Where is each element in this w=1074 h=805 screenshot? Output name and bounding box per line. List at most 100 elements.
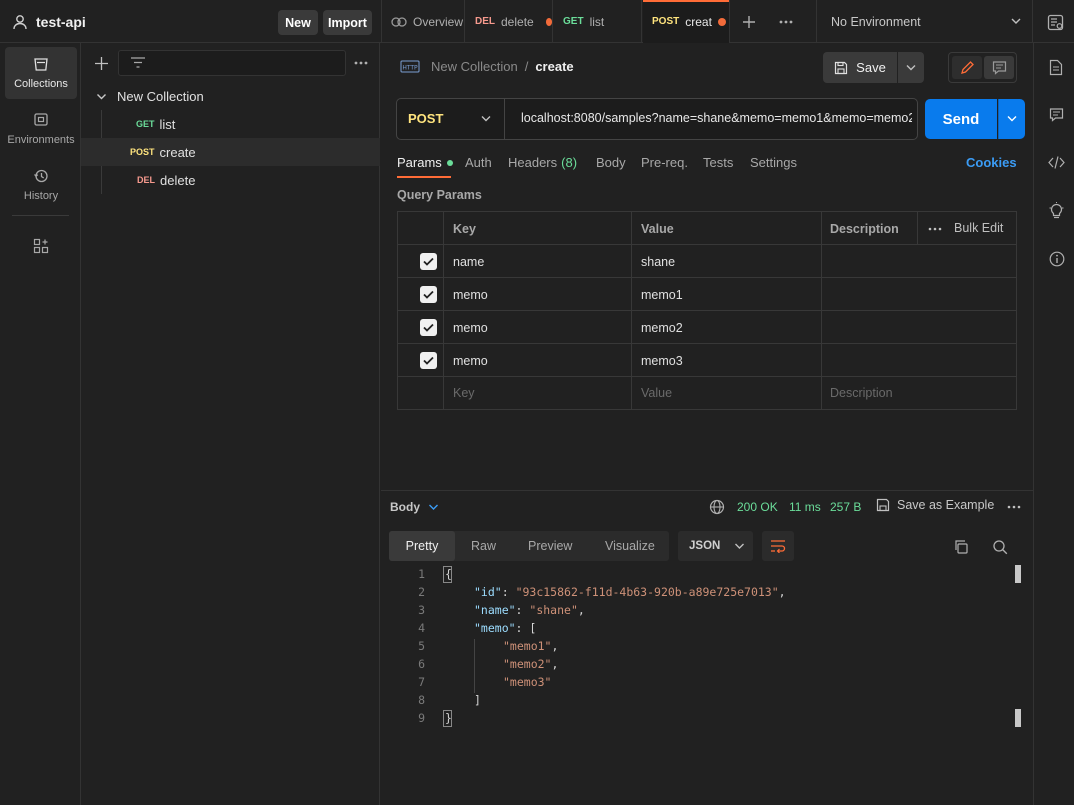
new-value-input[interactable]: Value	[641, 386, 672, 400]
http-request-icon: HTTP	[400, 58, 420, 76]
send-button[interactable]: Send	[925, 99, 997, 139]
new-description-input[interactable]: Description	[830, 386, 893, 400]
chevron-down-icon	[428, 503, 439, 511]
chevron-down-icon	[96, 92, 107, 101]
save-options-button[interactable]	[898, 52, 924, 83]
param-value[interactable]: memo2	[641, 321, 683, 335]
send-options-button[interactable]	[998, 99, 1025, 139]
param-key[interactable]: memo	[453, 354, 488, 368]
comments-icon[interactable]	[1049, 107, 1064, 122]
param-value[interactable]: shane	[641, 255, 675, 269]
save-icon	[876, 498, 890, 512]
unsaved-dot-icon	[717, 17, 726, 26]
comment-mode-button[interactable]	[984, 56, 1014, 79]
view-tab-visualize[interactable]: Visualize	[605, 539, 655, 553]
rail-divider	[12, 215, 69, 216]
table-row: name shane	[398, 245, 1016, 278]
cookies-link[interactable]: Cookies	[966, 155, 1017, 170]
tab-tests[interactable]: Tests	[703, 155, 733, 170]
view-tab-preview[interactable]: Preview	[528, 539, 572, 553]
response-body-editor[interactable]: 1 2 3 4 5 6 7 8 9 { "id": "93c15862-f11d…	[381, 565, 1033, 737]
rail-environments[interactable]: Environments	[5, 103, 77, 155]
tab-auth[interactable]: Auth	[465, 155, 492, 170]
response-more-icon[interactable]	[1007, 505, 1021, 509]
row-enabled-checkbox[interactable]	[420, 319, 437, 336]
lightbulb-icon[interactable]	[1049, 202, 1064, 219]
response-size[interactable]: 257 B	[830, 500, 861, 514]
json-line: "id": "93c15862-f11d-4b63-920b-a89e725e7…	[474, 585, 786, 599]
method-badge: GET	[136, 119, 155, 129]
sidebar-item-list[interactable]: GET list	[81, 110, 380, 138]
response-body-select[interactable]: Body	[390, 500, 439, 514]
globe-icon[interactable]	[709, 499, 725, 515]
status-badge[interactable]: 200 OK	[737, 500, 778, 514]
sidebar-item-label: delete	[160, 172, 196, 188]
tab-list[interactable]: GET list	[554, 0, 642, 43]
scrollbar-marker[interactable]	[1015, 565, 1021, 583]
url-input[interactable]: localhost:8080/samples?name=shane&memo=m…	[521, 111, 912, 125]
trash-can-collections-icon	[33, 56, 49, 72]
row-enabled-checkbox[interactable]	[420, 352, 437, 369]
new-key-input[interactable]: Key	[453, 386, 475, 400]
tab-label: Params	[397, 155, 442, 170]
copy-icon[interactable]	[953, 539, 969, 555]
tab-params[interactable]: Params	[397, 155, 453, 170]
wrap-lines-button[interactable]	[762, 531, 794, 561]
sidebar-more-icon[interactable]	[353, 58, 369, 68]
param-key[interactable]: memo	[453, 321, 488, 335]
format-select[interactable]: JSON	[678, 531, 753, 561]
tab-create[interactable]: POST creat	[643, 0, 730, 43]
param-key[interactable]: memo	[453, 288, 488, 302]
param-value[interactable]: memo3	[641, 354, 683, 368]
configure-workbench-icon[interactable]	[33, 238, 49, 254]
add-collection-icon[interactable]	[94, 56, 109, 71]
tab-body[interactable]: Body	[596, 155, 626, 170]
chevron-down-icon	[480, 114, 492, 123]
method-value: POST	[408, 111, 444, 126]
tab-headers[interactable]: Headers (8)	[508, 155, 577, 170]
plus-icon[interactable]	[741, 14, 757, 30]
filter-icon	[130, 57, 146, 69]
more-tabs-icon[interactable]	[778, 16, 794, 28]
url-bar: POST localhost:8080/samples?name=shane&m…	[396, 98, 918, 140]
method-select[interactable]: POST	[397, 99, 505, 139]
tab-prereq[interactable]: Pre-req.	[641, 155, 688, 170]
save-as-example-button[interactable]: Save as Example	[876, 498, 994, 512]
view-tab-raw[interactable]: Raw	[471, 539, 496, 553]
row-enabled-checkbox[interactable]	[420, 286, 437, 303]
new-button[interactable]: New	[278, 10, 318, 35]
more-options-icon[interactable]	[928, 227, 942, 231]
tab-overview[interactable]: Overview	[381, 0, 465, 43]
page-title[interactable]: create	[535, 59, 573, 74]
info-icon[interactable]	[1049, 251, 1065, 267]
filter-input[interactable]	[118, 50, 346, 76]
workspace-switcher[interactable]: test-api	[12, 12, 86, 32]
bulk-edit-link[interactable]: Bulk Edit	[954, 221, 1003, 235]
collection-row[interactable]: New Collection	[81, 82, 380, 110]
json-line: "name": "shane",	[474, 603, 585, 617]
rail-collections[interactable]: Collections	[5, 47, 77, 99]
param-value[interactable]: memo1	[641, 288, 683, 302]
json-line: "memo": [	[474, 621, 537, 635]
documentation-icon[interactable]	[1049, 59, 1063, 76]
rail-history[interactable]: History	[5, 159, 77, 211]
save-button[interactable]: Save	[823, 52, 897, 83]
import-button[interactable]: Import	[323, 10, 372, 35]
response-view-tabs: Pretty Raw Preview Visualize	[389, 531, 669, 561]
sidebar-item-create[interactable]: POST create	[81, 138, 380, 166]
breadcrumb-collection[interactable]: New Collection	[431, 59, 518, 74]
param-key[interactable]: name	[453, 255, 484, 269]
environment-select[interactable]: No Environment	[816, 0, 1033, 43]
row-enabled-checkbox[interactable]	[420, 253, 437, 270]
code-snippet-icon[interactable]	[1048, 155, 1065, 170]
response-divider[interactable]	[381, 490, 1033, 491]
response-time[interactable]: 11 ms	[789, 500, 821, 514]
tab-settings[interactable]: Settings	[750, 155, 797, 170]
tab-delete[interactable]: DEL delete	[466, 0, 553, 43]
view-tab-pretty[interactable]: Pretty	[389, 531, 455, 561]
sidebar-item-delete[interactable]: DEL delete	[81, 166, 380, 194]
scrollbar-marker[interactable]	[1015, 709, 1021, 727]
edit-mode-button[interactable]	[952, 56, 982, 79]
environment-quick-look-icon[interactable]	[1047, 14, 1064, 31]
search-icon[interactable]	[992, 539, 1008, 555]
